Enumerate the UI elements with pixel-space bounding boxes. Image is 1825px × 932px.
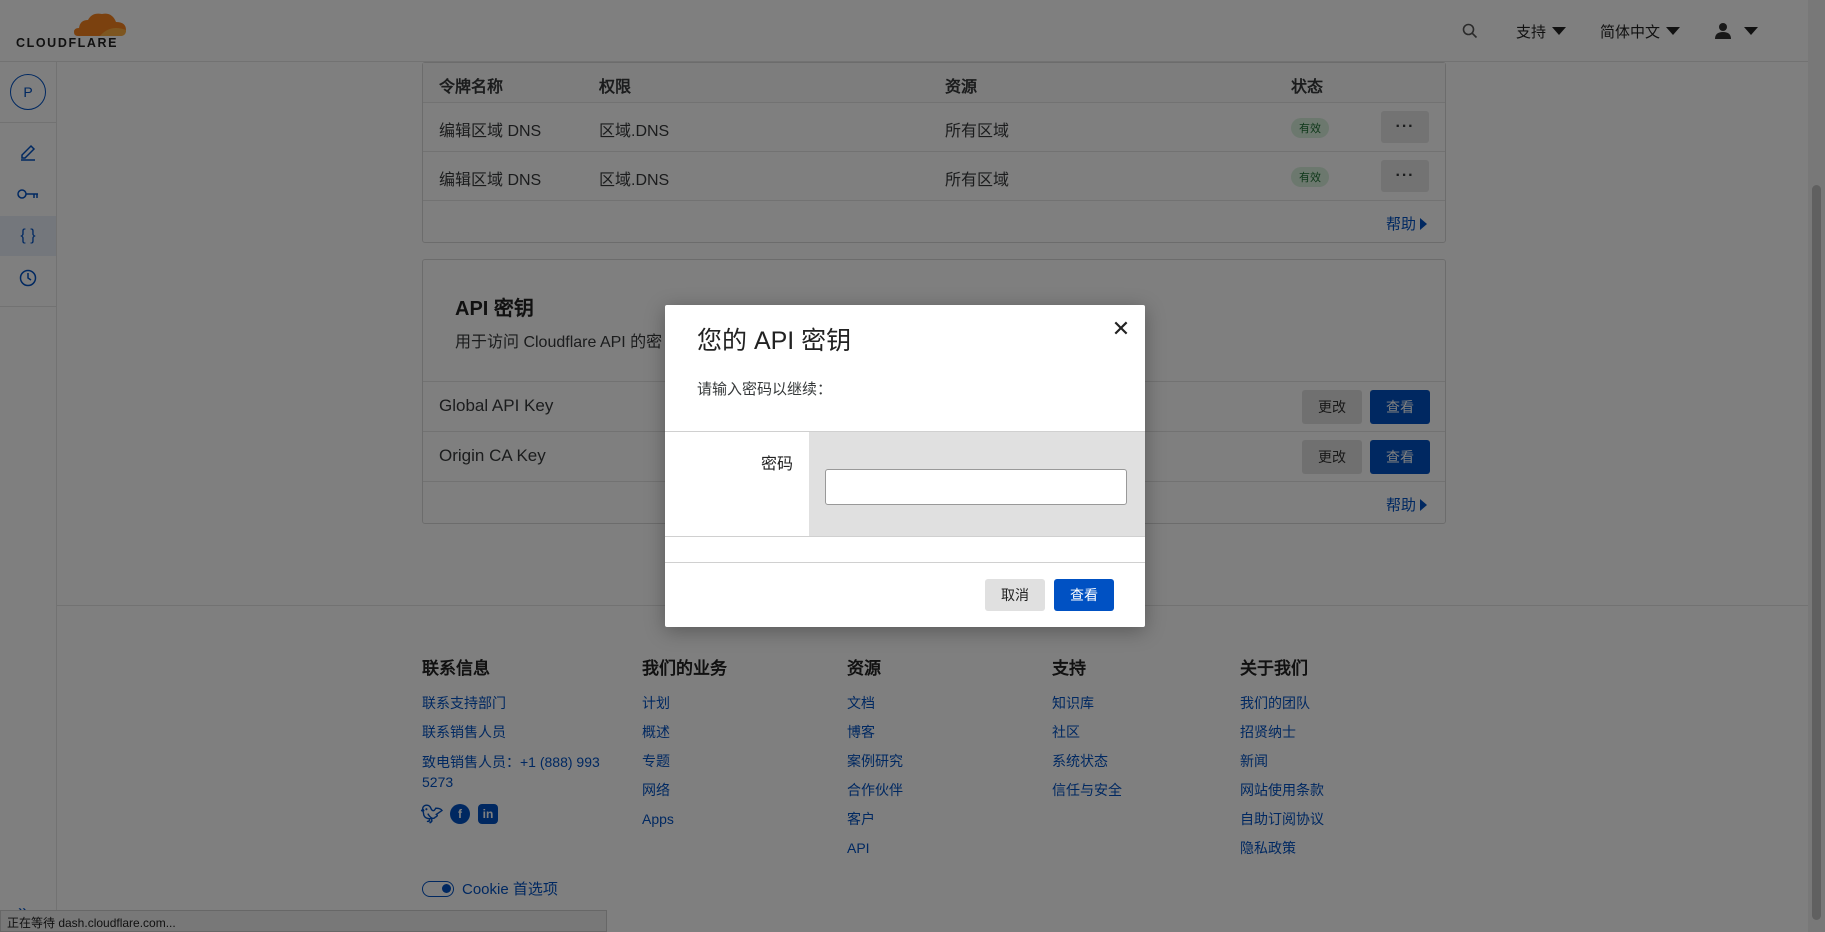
password-label: 密码 (760, 456, 793, 473)
modal-description: 请输入密码以继续： (697, 381, 833, 398)
view-button[interactable]: 查看 (1054, 579, 1114, 611)
api-key-modal: 您的 API 密钥 ✕ 请输入密码以继续： 密码 取消 查看 (665, 305, 1145, 627)
password-form: 密码 (665, 431, 1145, 537)
close-icon[interactable]: ✕ (1111, 318, 1131, 340)
password-input[interactable] (825, 469, 1127, 505)
password-field-container (809, 432, 1145, 536)
cancel-button[interactable]: 取消 (985, 579, 1045, 611)
modal-title: 您的 API 密钥 (697, 327, 852, 355)
